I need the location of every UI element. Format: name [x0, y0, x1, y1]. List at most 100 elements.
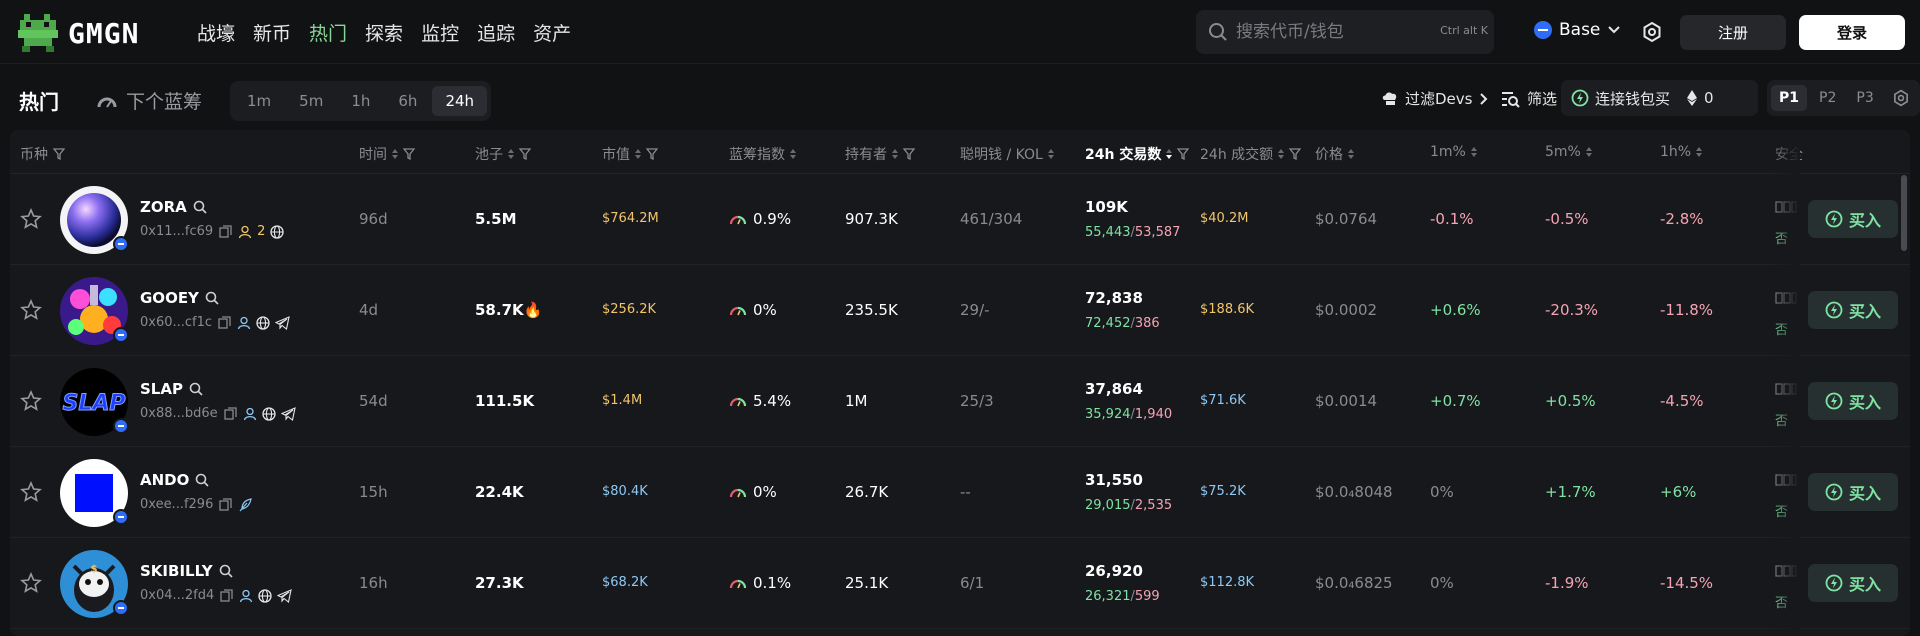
table-row[interactable]: ZORA 0x11...fc69 2 96d 5.5M $764.2M 0.9%…: [10, 174, 1910, 265]
time-6h[interactable]: 6h: [385, 86, 430, 116]
copy-icon[interactable]: [224, 407, 237, 420]
tx-sells: 2,535: [1134, 498, 1173, 513]
col-1h-label: 1h%: [1660, 144, 1692, 160]
col-5m[interactable]: 5m%: [1545, 144, 1592, 160]
logo[interactable]: GMGN: [18, 14, 139, 52]
search-token-icon[interactable]: [189, 382, 203, 396]
time-24h[interactable]: 24h: [432, 86, 488, 116]
token-name[interactable]: ANDO: [140, 471, 209, 489]
col-price[interactable]: 价格: [1315, 144, 1354, 164]
buy-button[interactable]: 买入: [1808, 564, 1898, 602]
chain-selector[interactable]: Base: [1534, 20, 1621, 40]
nav-trending[interactable]: 热门: [309, 19, 347, 46]
nav-new-coins[interactable]: 新币: [253, 19, 291, 46]
website-globe-icon[interactable]: [258, 588, 272, 603]
preset-settings-icon[interactable]: [1892, 89, 1910, 107]
holders-person-icon[interactable]: [238, 225, 252, 239]
website-globe-icon[interactable]: [256, 315, 270, 330]
tx-count: 37,864: [1085, 380, 1143, 398]
buy-button[interactable]: 买入: [1808, 200, 1898, 238]
vertical-scrollbar[interactable]: [1901, 175, 1907, 251]
col-24h-vol[interactable]: 24h 成交额: [1200, 144, 1302, 164]
feather-icon[interactable]: [238, 497, 253, 512]
bluechip-value: 0.1%: [753, 574, 792, 592]
search-token-icon[interactable]: [195, 473, 209, 487]
settings-gear-icon[interactable]: [1641, 21, 1663, 43]
copy-icon[interactable]: [219, 225, 232, 238]
star-favorite-icon[interactable]: [20, 481, 42, 503]
search-token-icon[interactable]: [193, 200, 207, 214]
token-price: $0.0002: [1315, 301, 1378, 319]
nav-track[interactable]: 追踪: [477, 19, 515, 46]
filter-funnel-icon: [903, 148, 915, 160]
telegram-icon[interactable]: [277, 588, 293, 603]
buy-button[interactable]: 买入: [1808, 382, 1898, 420]
time-1m[interactable]: 1m: [234, 86, 284, 116]
col-bluechip[interactable]: 蓝筹指数: [729, 144, 796, 164]
col-5m-label: 5m%: [1545, 144, 1581, 160]
nav-explore[interactable]: 探索: [365, 19, 403, 46]
table-row[interactable]: SLAP SLAP 0x88...bd6e 54d 111.5K $1.4M 5…: [10, 356, 1910, 447]
star-favorite-icon[interactable]: [20, 572, 42, 594]
table-row[interactable]: ANDO 0xee...f296 15h 22.4K $80.4K 0% 26.…: [10, 447, 1910, 538]
holders-person-icon[interactable]: [243, 407, 257, 421]
col-holders-label: 持有者: [845, 147, 887, 163]
filter-devs[interactable]: 过滤Devs: [1381, 88, 1488, 109]
holders-person-icon[interactable]: [237, 316, 251, 330]
connect-wallet-buy[interactable]: 连接钱包买 0: [1561, 80, 1758, 116]
website-globe-icon[interactable]: [262, 406, 276, 421]
col-smart-kol[interactable]: 聪明钱 / KOL: [960, 144, 1054, 164]
holders-person-icon[interactable]: [239, 589, 253, 603]
tab-trending[interactable]: 热门: [19, 86, 59, 115]
time-1h[interactable]: 1h: [338, 86, 383, 116]
star-favorite-icon[interactable]: [20, 208, 42, 230]
copy-icon[interactable]: [219, 498, 233, 511]
filter-button[interactable]: 筛选: [1501, 88, 1557, 109]
time-5m[interactable]: 5m: [286, 86, 336, 116]
change-5m: -20.3%: [1545, 301, 1599, 319]
col-time[interactable]: 时间: [359, 144, 415, 164]
token-price: $0.0₄6825: [1315, 574, 1393, 592]
token-age: 15h: [359, 483, 388, 501]
register-button[interactable]: 注册: [1680, 15, 1786, 50]
col-mcap[interactable]: 市值: [602, 144, 658, 164]
search-input[interactable]: [1236, 22, 1436, 42]
star-favorite-icon[interactable]: [20, 299, 42, 321]
telegram-icon[interactable]: [280, 406, 296, 421]
buy-button[interactable]: 买入: [1808, 291, 1898, 329]
login-button[interactable]: 登录: [1799, 15, 1905, 50]
token-symbol: SKIBILLY: [140, 562, 213, 580]
telegram-icon[interactable]: [275, 315, 290, 330]
token-name[interactable]: ZORA: [140, 198, 207, 216]
copy-icon[interactable]: [218, 316, 231, 329]
holders-count: 1M: [845, 392, 868, 410]
col-coin[interactable]: 币种: [20, 144, 65, 164]
nav-monitor[interactable]: 监控: [421, 19, 459, 46]
preset-p1[interactable]: P1: [1771, 85, 1808, 111]
col-pool[interactable]: 池子: [475, 144, 531, 164]
col-1h[interactable]: 1h%: [1660, 144, 1703, 160]
table-row[interactable]: $ SKIBILLY 0x04...2fd4 16h 27.3K $68.2K …: [10, 538, 1910, 629]
token-address-text: 0xee...f296: [140, 497, 214, 512]
search-token-icon[interactable]: [205, 291, 219, 305]
website-globe-icon[interactable]: [270, 224, 285, 239]
col-holders[interactable]: 持有者: [845, 144, 915, 164]
preset-p2[interactable]: P2: [1811, 85, 1844, 111]
token-name[interactable]: SKIBILLY: [140, 562, 233, 580]
search-token-icon[interactable]: [219, 564, 233, 578]
volume-24h: $75.2K: [1200, 484, 1246, 499]
col-24h-tx[interactable]: 24h 交易数: [1085, 144, 1190, 164]
table-row[interactable]: GOOEY 0x60...cf1c 4d 58.7K🔥 $256.2K 0% 2…: [10, 265, 1910, 356]
buy-button[interactable]: 买入: [1808, 473, 1898, 511]
preset-p3[interactable]: P3: [1848, 85, 1881, 111]
search-box[interactable]: Ctrl alt K: [1196, 10, 1494, 54]
nav-assets[interactable]: 资产: [533, 19, 571, 46]
tab-next-bluechip[interactable]: 下个蓝筹: [96, 87, 202, 114]
copy-icon[interactable]: [220, 589, 233, 602]
nav-trenches[interactable]: 战壕: [197, 19, 235, 46]
col-1m[interactable]: 1m%: [1430, 144, 1477, 160]
token-name[interactable]: GOOEY: [140, 289, 219, 307]
gauge-icon: [729, 215, 747, 225]
token-name[interactable]: SLAP: [140, 380, 203, 398]
star-favorite-icon[interactable]: [20, 390, 42, 412]
